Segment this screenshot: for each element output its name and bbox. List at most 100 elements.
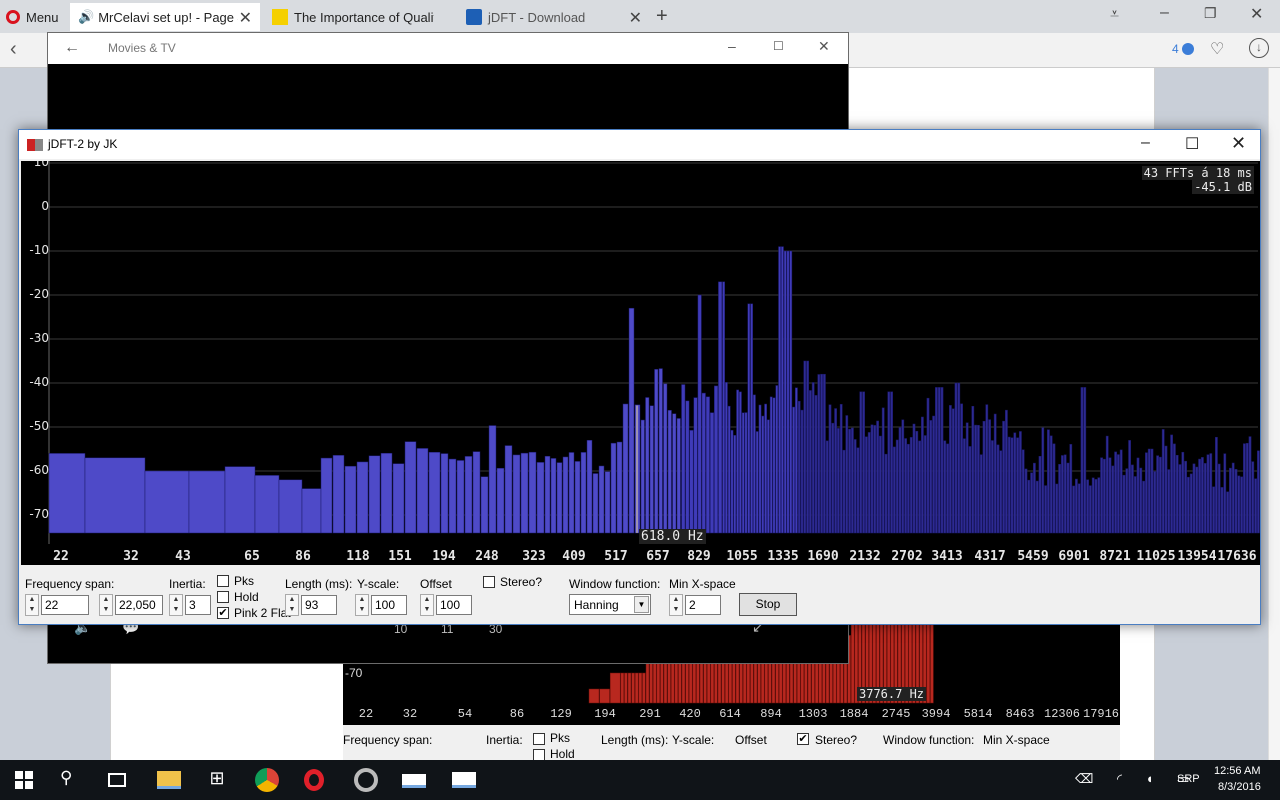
- spectrum-bar: [1066, 462, 1070, 534]
- spectrum-bar: [1089, 485, 1092, 534]
- bg-pks-checkbox[interactable]: [533, 733, 545, 745]
- tab-mrcelavi[interactable]: 🔊 MrCelavi set up! - Page 4 - ✕: [70, 3, 260, 31]
- spectrum-bar: [380, 452, 393, 534]
- task-view-icon[interactable]: [108, 773, 126, 787]
- freq-min-input[interactable]: 22: [41, 595, 89, 615]
- close-window-icon[interactable]: ✕: [1250, 4, 1263, 24]
- inertia-spinner[interactable]: ▲ ▼: [169, 594, 183, 616]
- spectrum-bar: [1091, 477, 1095, 534]
- minimize-icon[interactable]: –: [1160, 4, 1169, 22]
- file-explorer-icon[interactable]: [157, 771, 181, 789]
- opera-menu-button[interactable]: Menu: [6, 6, 59, 28]
- background-x-tick-label: 22: [358, 707, 374, 721]
- spectrum-bar: [1131, 464, 1134, 534]
- freq-max-spinner[interactable]: ▲ ▼: [99, 594, 113, 616]
- language-indicator[interactable]: SRP: [1177, 773, 1200, 785]
- back-icon[interactable]: ‹: [10, 38, 17, 61]
- clock-time[interactable]: 12:56 AM: [1214, 765, 1260, 777]
- minimize-icon[interactable]: –: [1141, 134, 1150, 152]
- background-x-tick-label: 2745: [881, 707, 911, 721]
- spectrum-bar: [480, 476, 489, 534]
- spectrum-plot[interactable]: 10 0 -10 -20 -30 -40 -50 -60 -70 22 32 43 65 86 118 15…: [21, 161, 1260, 565]
- close-icon[interactable]: ✕: [1231, 133, 1246, 154]
- pink-2-flat-checkbox[interactable]: ✔: [217, 607, 229, 619]
- tab-importance-of-quality[interactable]: The Importance of Quality: [264, 3, 456, 31]
- spectrum-bar: [368, 455, 381, 534]
- freq-max-input[interactable]: 22,050: [115, 595, 163, 615]
- x-tick-label: 1690: [807, 549, 839, 564]
- stereo-checkbox[interactable]: [483, 576, 495, 588]
- spectrum-bar: [1136, 457, 1140, 534]
- yscale-input[interactable]: 100: [371, 595, 407, 615]
- min-x-space-spinner[interactable]: ▲ ▼: [669, 594, 683, 616]
- background-spectrum-bar: [850, 622, 855, 704]
- tab-label: MrCelavi set up! - Page 4 -: [98, 9, 239, 25]
- background-spectrum-bar: [588, 688, 600, 704]
- window-function-label: Window function:: [569, 577, 661, 591]
- chrome-icon[interactable]: [255, 768, 279, 792]
- movies-taskbar-icon[interactable]: [452, 772, 476, 788]
- spectrum-bar: [697, 294, 702, 534]
- back-arrow-icon[interactable]: ←: [64, 39, 80, 57]
- spectrum-bar: [1010, 437, 1014, 534]
- clock-date[interactable]: 8/3/2016: [1218, 781, 1261, 793]
- opera-icon[interactable]: [304, 769, 324, 791]
- restore-icon[interactable]: ❐: [1204, 5, 1217, 22]
- spectrum-bar: [1231, 462, 1235, 534]
- min-x-space-input[interactable]: 2: [685, 595, 721, 615]
- inertia-input[interactable]: 3: [185, 595, 211, 615]
- spectrum-bar: [663, 383, 668, 534]
- length-input[interactable]: 93: [301, 595, 337, 615]
- page-scrollbar[interactable]: [1268, 68, 1280, 760]
- close-tab-icon[interactable]: ✕: [239, 8, 252, 28]
- spectrum-bar: [769, 396, 773, 534]
- app-icon[interactable]: [354, 768, 378, 792]
- spectrum-bar: [672, 413, 677, 534]
- bg-stereo-checkbox[interactable]: ✔: [797, 733, 809, 745]
- freq-min-spinner[interactable]: ▲ ▼: [25, 594, 39, 616]
- hold-checkbox[interactable]: [217, 591, 229, 603]
- close-tab-icon[interactable]: ✕: [629, 8, 642, 28]
- search-icon[interactable]: ⚲: [60, 768, 84, 792]
- spectrum-bar: [1161, 429, 1165, 534]
- spectrum-bar: [610, 442, 617, 534]
- bg-frequency-span-label: Frequency span:: [343, 733, 433, 747]
- spectrum-bar: [814, 395, 818, 534]
- background-x-tick-label: 194: [594, 707, 616, 721]
- spectrum-bar: [957, 382, 961, 534]
- download-icon[interactable]: ↓: [1249, 38, 1269, 58]
- x-tick-label: 11025: [1136, 549, 1176, 564]
- pks-checkbox[interactable]: [217, 575, 229, 587]
- spectrum-bar: [971, 405, 975, 534]
- heart-icon[interactable]: ♡: [1210, 39, 1224, 59]
- spectrum-bar: [496, 467, 505, 534]
- bg-pks-label: Pks: [550, 731, 571, 745]
- spectrum-bar: [1105, 435, 1109, 534]
- maximize-icon[interactable]: ☐: [1185, 134, 1199, 154]
- offset-spinner[interactable]: ▲ ▼: [420, 594, 434, 616]
- spectrum-bar: [1251, 461, 1255, 534]
- spectrum-bar: [859, 391, 863, 534]
- tab-jdft-download[interactable]: jDFT - Download ✕: [458, 3, 650, 31]
- offset-input[interactable]: 100: [436, 595, 472, 615]
- window-function-select[interactable]: Hanning ▼: [569, 594, 651, 615]
- speed-dial-badge[interactable]: 4: [1172, 42, 1194, 56]
- maximize-icon[interactable]: ☐: [773, 39, 784, 53]
- spectrum-bar: [344, 465, 357, 534]
- store-icon[interactable]: ⊞: [205, 768, 229, 792]
- yscale-spinner[interactable]: ▲ ▼: [355, 594, 369, 616]
- minimize-icon[interactable]: –: [728, 38, 736, 54]
- length-spinner[interactable]: ▲ ▼: [285, 594, 299, 616]
- spectrum-bar: [918, 440, 921, 534]
- background-x-tick-label: 614: [719, 707, 741, 721]
- windows-start-icon[interactable]: [12, 768, 36, 792]
- jdft-taskbar-icon[interactable]: [402, 774, 426, 788]
- tab-menu-icon[interactable]: ⩡: [1110, 6, 1119, 24]
- spectrum-bar: [722, 281, 725, 534]
- x-tick-label: 8721: [1099, 549, 1131, 564]
- stop-button[interactable]: Stop: [739, 593, 797, 616]
- spectrum-bar: [733, 435, 737, 534]
- hold-label: Hold: [234, 590, 259, 604]
- new-tab-button[interactable]: +: [656, 5, 668, 28]
- close-icon[interactable]: ✕: [818, 38, 830, 55]
